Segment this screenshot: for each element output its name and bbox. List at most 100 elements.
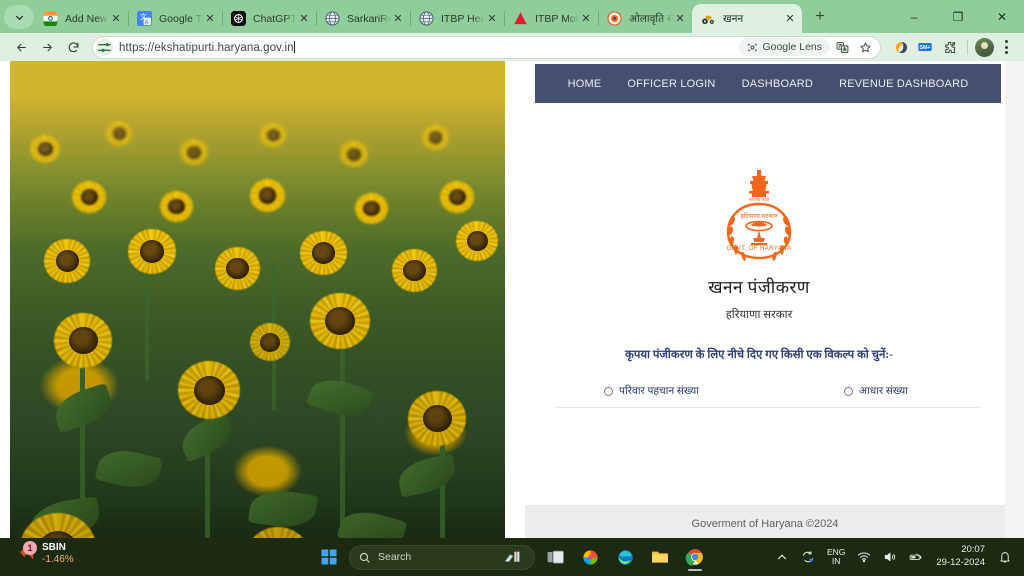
puzzle-extension-icon[interactable]	[938, 36, 960, 58]
stock-badge: 1	[23, 540, 37, 555]
new-tab-button[interactable]: +	[807, 4, 833, 30]
sync-extension-icon[interactable]	[890, 36, 912, 58]
registration-options: परिवार पहचान संख्या आधार संख्या	[556, 375, 980, 408]
address-bar[interactable]: https://ekshatipurti.haryana.gov.in Goog…	[92, 35, 881, 59]
google-lens-button[interactable]: Google Lens	[739, 38, 830, 56]
tab-close-icon[interactable]: ✕	[673, 12, 687, 26]
file-explorer-icon[interactable]	[645, 542, 675, 572]
radio-family-id[interactable]	[604, 386, 613, 396]
svg-text:हरियाणा सरकार: हरियाणा सरकार	[740, 212, 777, 220]
profile-avatar[interactable]	[975, 37, 994, 57]
tab-title: Add New Po	[65, 12, 109, 25]
battery-icon[interactable]	[903, 538, 929, 576]
google-translate-icon: 文A	[137, 11, 152, 26]
tab-title: खनन	[723, 12, 744, 25]
svg-text:A: A	[145, 20, 149, 26]
clock[interactable]: 20:07 29-12-2024	[929, 544, 992, 570]
tab-close-icon[interactable]: ✕	[783, 12, 797, 26]
browser-tab[interactable]: Add New Po ✕	[34, 4, 129, 33]
windows-taskbar: 1 SBIN -1.46% Search ENG IN 20:07 29-12-…	[0, 538, 1024, 576]
site-title: खनन पंजीकरण	[708, 277, 810, 297]
speaker-icon[interactable]	[877, 538, 903, 576]
maximize-button[interactable]: ❐	[936, 0, 980, 33]
sync-icon[interactable]	[795, 538, 821, 576]
window-controls: – ❐ ✕	[892, 0, 1024, 33]
extensions-area: SM+	[890, 36, 1016, 58]
taskbar-center: Search	[314, 538, 710, 576]
globe-icon	[419, 11, 434, 26]
clock-time: 20:07	[961, 544, 985, 556]
google-lens-label: Google Lens	[762, 41, 822, 53]
browser-tab[interactable]: ITBP Motor ✕	[504, 4, 599, 33]
close-window-button[interactable]: ✕	[980, 0, 1024, 33]
chatgpt-icon	[231, 11, 246, 26]
tab-title: ITBP Head O	[441, 12, 485, 25]
taskbar-search-box[interactable]: Search	[349, 544, 535, 570]
url-text: https://ekshatipurti.haryana.gov.in	[119, 40, 295, 54]
tab-close-icon[interactable]: ✕	[109, 12, 123, 26]
tab-title: ओलावृति से	[629, 12, 673, 25]
site-settings-icon[interactable]	[96, 38, 113, 56]
chrome-menu-button[interactable]	[996, 36, 1016, 58]
forward-button[interactable]	[34, 34, 60, 60]
tractor-icon	[701, 11, 716, 26]
option-aadhaar[interactable]: आधार संख्या	[844, 384, 908, 398]
sm-plus-extension-icon[interactable]: SM+	[914, 36, 936, 58]
tab-close-icon[interactable]: ✕	[391, 12, 405, 26]
chrome-browser-window: Add New Po ✕ 文A Google Tran ✕ ChatGPT ✕ …	[0, 0, 1024, 542]
browser-tab[interactable]: ITBP Head O ✕	[410, 4, 505, 33]
tray-overflow-chevron-icon[interactable]	[769, 538, 795, 576]
microsoft-edge-icon[interactable]	[610, 542, 640, 572]
notifications-bell-icon[interactable]	[992, 538, 1018, 576]
reload-button[interactable]	[60, 34, 86, 60]
nav-item-dashboard[interactable]: DASHBOARD	[729, 78, 826, 90]
browser-tab[interactable]: ChatGPT ✕	[222, 4, 317, 33]
radio-aadhaar[interactable]	[844, 386, 853, 396]
option-label: आधार संख्या	[859, 386, 908, 397]
tab-close-icon[interactable]: ✕	[485, 12, 499, 26]
google-chrome-icon[interactable]	[680, 542, 710, 572]
browser-tab[interactable]: ओलावृति से ✕	[598, 4, 693, 33]
start-button[interactable]	[314, 542, 344, 572]
microsoft-365-icon[interactable]	[575, 542, 605, 572]
stock-down-arrow-icon: 1	[14, 540, 37, 565]
haryana-government-emblem: सत्यमेव जयते हरियाणा सरकार GOVT. OF HARY…	[727, 170, 792, 262]
tab-close-icon[interactable]: ✕	[297, 12, 311, 26]
stock-change: -1.46%	[42, 553, 74, 565]
minimize-button[interactable]: –	[892, 0, 936, 33]
bookmark-star-icon[interactable]	[855, 37, 876, 58]
tab-search-button[interactable]	[4, 5, 34, 29]
tab-title: ChatGPT	[253, 12, 297, 25]
wifi-icon[interactable]	[851, 538, 877, 576]
browser-tab[interactable]: 文A Google Tran ✕	[128, 4, 223, 33]
task-view-icon[interactable]	[540, 542, 570, 572]
stock-symbol: SBIN	[42, 542, 66, 553]
tab-close-icon[interactable]: ✕	[203, 12, 217, 26]
emblem-icon	[607, 11, 622, 26]
tab-title: ITBP Motor	[535, 12, 579, 25]
search-placeholder: Search	[378, 551, 412, 563]
page-scrollbar[interactable]	[1005, 61, 1024, 538]
language-indicator[interactable]: ENG IN	[821, 538, 851, 576]
tab-close-icon[interactable]: ✕	[579, 12, 593, 26]
nav-item-home[interactable]: HOME	[555, 78, 615, 90]
svg-text:SM+: SM+	[919, 45, 930, 51]
stock-widget[interactable]: 1 SBIN -1.46%	[14, 540, 74, 565]
browser-tab-active[interactable]: खनन ✕	[692, 4, 802, 33]
site-branding: सत्यमेव जयते हरियाणा सरकार GOVT. OF HARY…	[513, 168, 1005, 322]
nav-item-officer-login[interactable]: OFFICER LOGIN	[614, 78, 728, 90]
translate-icon[interactable]	[832, 37, 853, 58]
browser-tab[interactable]: SarkariResul ✕	[316, 4, 411, 33]
option-family-id[interactable]: परिवार पहचान संख्या	[604, 384, 699, 398]
nav-item-revenue-dashboard[interactable]: REVENUE DASHBOARD	[826, 78, 981, 90]
clock-date: 29-12-2024	[936, 557, 985, 568]
language-region: IN	[831, 556, 841, 566]
toolbar-divider	[967, 39, 968, 55]
search-illustration-icon	[504, 549, 520, 562]
browser-toolbar: https://ekshatipurti.haryana.gov.in Goog…	[0, 33, 1024, 61]
back-button[interactable]	[8, 34, 34, 60]
site-subtitle: हरियाणा सरकार	[725, 309, 793, 321]
system-tray: ENG IN 20:07 29-12-2024	[769, 538, 1018, 576]
tab-title: Google Tran	[159, 12, 203, 25]
svg-text:सत्यमेव जयते: सत्यमेव जयते	[749, 197, 770, 202]
